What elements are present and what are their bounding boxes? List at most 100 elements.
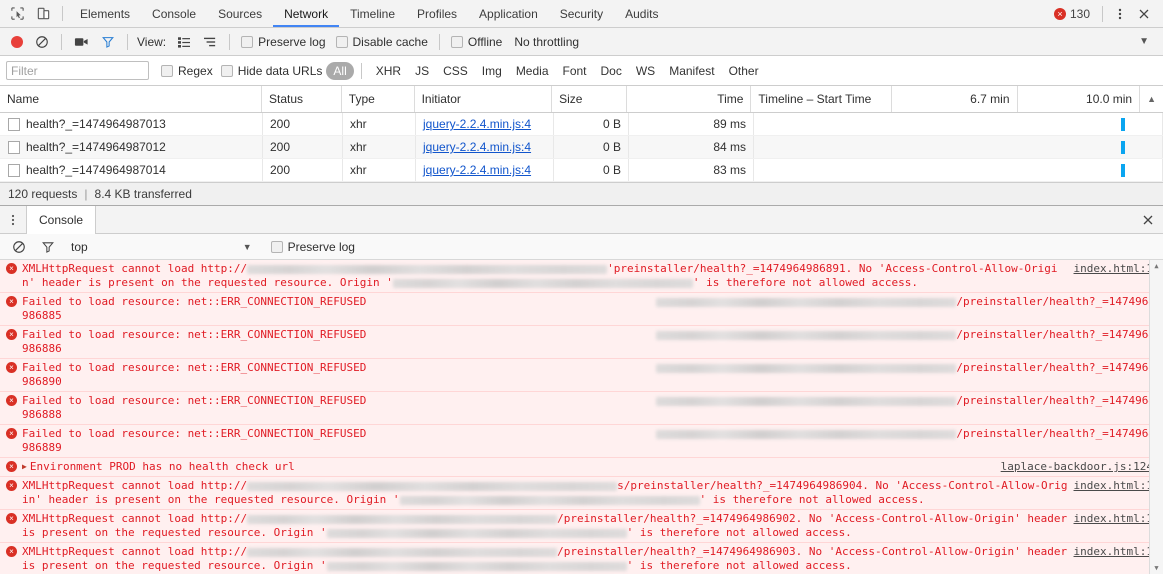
disable-cache-checkbox[interactable]: Disable cache bbox=[332, 35, 432, 49]
console-message[interactable]: × Failed to load resource: net::ERR_CONNE… bbox=[0, 326, 1163, 359]
regex-checkbox[interactable]: Regex bbox=[157, 64, 217, 78]
console-message-list[interactable]: × XMLHttpRequest cannot load http://'prei… bbox=[0, 260, 1163, 574]
initiator-link[interactable]: jquery-2.2.4.min.js:4 bbox=[423, 140, 531, 154]
checkbox-box bbox=[161, 64, 173, 77]
redacted-url bbox=[247, 515, 558, 524]
close-icon[interactable] bbox=[1133, 3, 1155, 25]
console-text-run: Environment PROD has no health check url bbox=[29, 460, 295, 473]
file-icon bbox=[8, 140, 20, 154]
cell-time: 83 ms bbox=[629, 159, 754, 181]
capture-screenshots-button[interactable] bbox=[69, 31, 94, 53]
filter-type-xhr[interactable]: XHR bbox=[369, 62, 408, 80]
offline-checkbox[interactable]: Offline bbox=[447, 35, 506, 49]
filter-type-all[interactable]: All bbox=[326, 61, 354, 80]
hide-data-urls-checkbox[interactable]: Hide data URLs bbox=[217, 64, 327, 78]
record-button[interactable] bbox=[6, 31, 28, 53]
filter-type-doc[interactable]: Doc bbox=[594, 62, 629, 80]
timeline-bar bbox=[1121, 140, 1126, 154]
close-icon bbox=[1143, 215, 1153, 224]
filter-button[interactable] bbox=[96, 31, 120, 53]
table-row[interactable]: health?_=1474964987014 200 xhr jquery-2.… bbox=[0, 159, 1163, 182]
tab-console[interactable]: Console bbox=[141, 0, 207, 27]
column-header-initiator[interactable]: Initiator bbox=[415, 86, 553, 112]
tab-sources[interactable]: Sources bbox=[207, 0, 273, 27]
vertical-dots-icon[interactable] bbox=[1109, 3, 1131, 25]
console-text-run: XMLHttpRequest cannot load http:// bbox=[22, 479, 248, 492]
cell-status: 200 bbox=[263, 136, 343, 158]
throttling-select[interactable]: No throttling bbox=[508, 35, 579, 49]
initiator-link[interactable]: jquery-2.2.4.min.js:4 bbox=[423, 117, 531, 131]
console-message[interactable]: × Failed to load resource: net::ERR_CONNE… bbox=[0, 425, 1163, 458]
console-message[interactable]: × Failed to load resource: net::ERR_CONNE… bbox=[0, 293, 1163, 326]
cell-timeline bbox=[754, 159, 1163, 181]
tab-elements[interactable]: Elements bbox=[69, 0, 141, 27]
tab-audits[interactable]: Audits bbox=[614, 0, 669, 27]
filter-type-ws[interactable]: WS bbox=[629, 62, 662, 80]
cell-initiator: jquery-2.2.4.min.js:4 bbox=[416, 159, 554, 181]
cell-initiator: jquery-2.2.4.min.js:4 bbox=[416, 136, 554, 158]
network-status-bar: 120 requests | 8.4 KB transferred bbox=[0, 182, 1163, 206]
filter-type-js[interactable]: JS bbox=[408, 62, 436, 80]
console-scrollbar[interactable]: ▲ ▼ bbox=[1149, 260, 1163, 574]
device-toolbar-icon[interactable] bbox=[34, 5, 52, 23]
toolbar-divider bbox=[438, 33, 440, 50]
table-row[interactable]: health?_=1474964987012 200 xhr jquery-2.… bbox=[0, 136, 1163, 159]
console-message[interactable]: × Failed to load resource: net::ERR_CONNE… bbox=[0, 392, 1163, 425]
cell-status: 200 bbox=[263, 159, 343, 181]
column-header-time[interactable]: Time bbox=[627, 86, 752, 112]
column-header-name[interactable]: Name bbox=[0, 86, 263, 112]
column-header-type[interactable]: Type bbox=[342, 86, 415, 112]
console-message[interactable]: × ▶ Environment PROD has no health check u… bbox=[0, 458, 1163, 477]
inspect-element-icon[interactable] bbox=[8, 5, 26, 23]
clear-console-button[interactable] bbox=[7, 236, 31, 258]
console-message[interactable]: × XMLHttpRequest cannot load http://s/pre… bbox=[0, 477, 1163, 510]
console-source-link[interactable]: laplace-backdoor.js:124 bbox=[1001, 460, 1163, 474]
console-message-text: XMLHttpRequest cannot load http://'prein… bbox=[22, 262, 1074, 290]
filter-type-font[interactable]: Font bbox=[556, 62, 594, 80]
cell-time: 84 ms bbox=[629, 136, 754, 158]
console-message[interactable]: × XMLHttpRequest cannot load http:///prei… bbox=[0, 543, 1163, 574]
filter-type-other[interactable]: Other bbox=[722, 62, 766, 80]
tab-network[interactable]: Network bbox=[273, 0, 339, 27]
redacted-url bbox=[656, 430, 957, 439]
tab-profiles[interactable]: Profiles bbox=[406, 0, 468, 27]
scroll-down-icon[interactable]: ▼ bbox=[1154, 562, 1158, 574]
chevron-down-icon[interactable]: ▼ bbox=[1139, 36, 1157, 47]
console-text-run: Failed to load resource: net::ERR_CONNEC… bbox=[22, 427, 367, 440]
drawer-tab-console[interactable]: Console bbox=[26, 206, 97, 234]
column-header-timeline[interactable]: Timeline – Start Time bbox=[751, 86, 892, 112]
console-message[interactable]: × XMLHttpRequest cannot load http://'prei… bbox=[0, 260, 1163, 293]
drawer-close-button[interactable] bbox=[1141, 206, 1163, 233]
cell-name: health?_=1474964987013 bbox=[0, 113, 263, 135]
scroll-up-icon[interactable]: ▲ bbox=[1154, 260, 1158, 272]
filter-type-media[interactable]: Media bbox=[509, 62, 556, 80]
console-message[interactable]: × Failed to load resource: net::ERR_CONNE… bbox=[0, 359, 1163, 392]
sort-arrow-icon[interactable]: ▲ bbox=[1140, 86, 1163, 112]
waterfall-view-icon[interactable] bbox=[198, 31, 222, 53]
tab-timeline[interactable]: Timeline bbox=[339, 0, 406, 27]
filter-type-manifest[interactable]: Manifest bbox=[662, 62, 721, 80]
initiator-link[interactable]: jquery-2.2.4.min.js:4 bbox=[423, 163, 531, 177]
table-row[interactable]: health?_=1474964987013 200 xhr jquery-2.… bbox=[0, 113, 1163, 136]
checkbox-box bbox=[450, 35, 463, 48]
chevron-down-icon[interactable]: ▼ bbox=[243, 242, 252, 252]
tab-security[interactable]: Security bbox=[549, 0, 614, 27]
console-filter-button[interactable] bbox=[36, 236, 60, 258]
console-context-select[interactable]: top bbox=[65, 240, 88, 254]
tab-application[interactable]: Application bbox=[468, 0, 549, 27]
console-text-run: XMLHttpRequest cannot load http:// bbox=[22, 262, 248, 275]
column-header-size[interactable]: Size bbox=[552, 86, 627, 112]
console-preserve-log-checkbox[interactable]: Preserve log bbox=[267, 240, 359, 254]
list-view-icon[interactable] bbox=[172, 31, 196, 53]
console-message[interactable]: × XMLHttpRequest cannot load http:///prei… bbox=[0, 510, 1163, 543]
drawer-menu-icon[interactable] bbox=[0, 206, 26, 233]
preserve-log-checkbox[interactable]: Preserve log bbox=[237, 35, 329, 49]
filter-type-img[interactable]: Img bbox=[475, 62, 509, 80]
error-count-badge[interactable]: × 130 bbox=[1048, 7, 1096, 21]
expand-arrow-icon[interactable]: ▶ bbox=[22, 462, 27, 471]
regex-label: Regex bbox=[178, 63, 213, 78]
filter-type-css[interactable]: CSS bbox=[436, 62, 475, 80]
column-header-status[interactable]: Status bbox=[262, 86, 342, 112]
clear-button[interactable] bbox=[30, 31, 54, 53]
filter-input[interactable] bbox=[6, 61, 149, 80]
